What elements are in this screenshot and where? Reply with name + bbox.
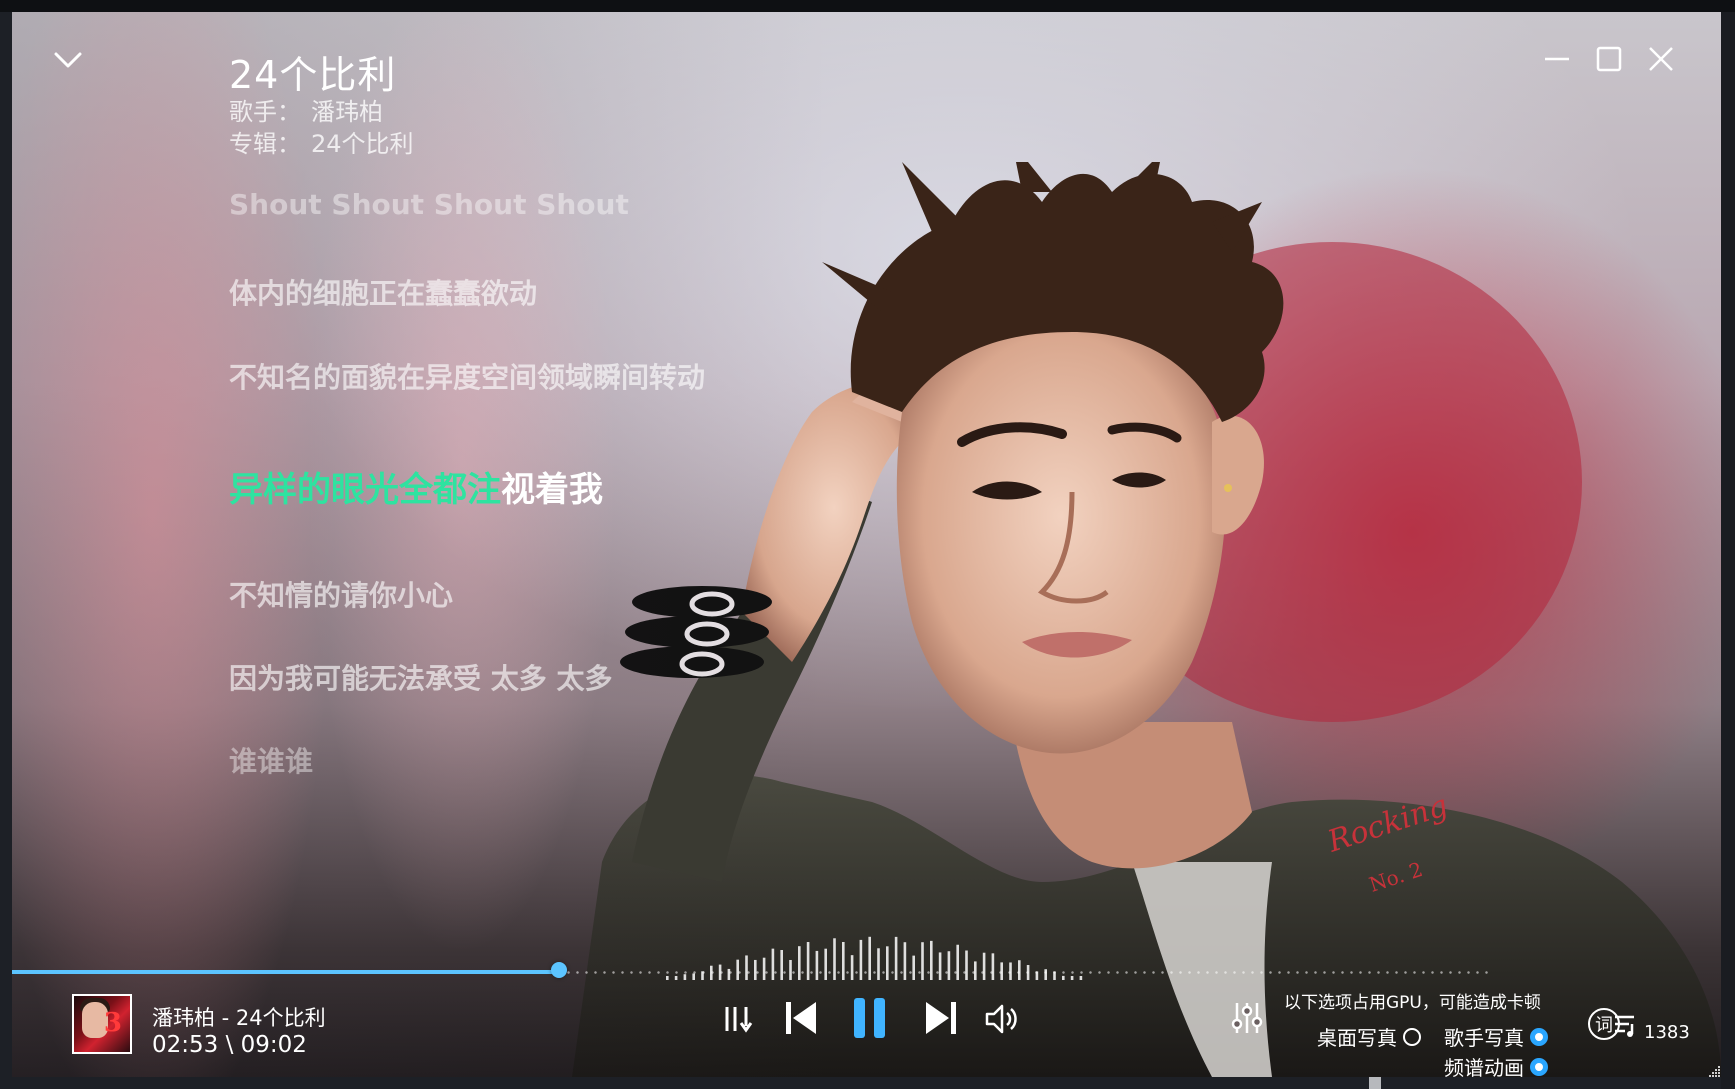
- spectrum-bar: [674, 976, 678, 980]
- spectrum-bar: [736, 959, 739, 980]
- maximize-icon: [1596, 46, 1622, 72]
- spectrum-bar: [938, 952, 942, 980]
- desktop-photo-radio[interactable]: [1403, 1027, 1421, 1046]
- equalizer-button[interactable]: [1230, 1000, 1264, 1036]
- artist-photo-toggle[interactable]: 歌手写真: [1444, 1022, 1548, 1051]
- spectrum-bar: [842, 941, 845, 980]
- spectrum-bar: [1079, 976, 1083, 980]
- playlist-order-icon: [725, 1007, 753, 1033]
- spectrum-bar: [745, 955, 748, 980]
- spectrum-bar: [666, 976, 669, 980]
- current-lyric-line: 异样的眼光全都注视着我: [229, 462, 603, 511]
- album-label: 专辑：: [229, 130, 301, 158]
- next-track-icon: [926, 1002, 956, 1034]
- player-window: Rocking No. 2 24个比利 歌手： 潘玮柏 专辑： 24个比利 Shou…: [12, 12, 1721, 1077]
- spectrum-bar: [912, 955, 915, 980]
- close-icon: [1649, 47, 1673, 71]
- equalizer-icon: [1231, 1003, 1263, 1033]
- playback-time: 02:53 \ 09:02: [152, 1032, 307, 1058]
- spectrum-bar: [762, 957, 766, 980]
- background-title-strip: [0, 0, 1735, 12]
- spectrum-bar: [789, 959, 792, 980]
- spectrum-bar: [1070, 976, 1074, 980]
- minimize-icon: [1545, 57, 1569, 61]
- spectrum-bar: [692, 973, 695, 980]
- artist-photo-radio[interactable]: [1530, 1027, 1548, 1046]
- album-line: 专辑： 24个比利: [229, 124, 414, 159]
- play-pause-button[interactable]: [850, 996, 890, 1040]
- spectrum-bar: [771, 948, 775, 980]
- lyric-scrim: [12, 12, 832, 1077]
- artist-label: 歌手：: [229, 98, 301, 126]
- album-name[interactable]: 24个比利: [311, 130, 414, 158]
- svg-text:词: 词: [1595, 1015, 1613, 1036]
- chevron-down-icon: [54, 52, 82, 68]
- lyric-line: 谁谁谁: [229, 745, 314, 778]
- now-playing-label: 潘玮柏 - 24个比利: [152, 1006, 326, 1030]
- desktop-photo-toggle[interactable]: 桌面写真: [1317, 1022, 1421, 1051]
- artist-photo-label: 歌手写真: [1444, 1026, 1524, 1050]
- spectrum-bar: [991, 953, 995, 980]
- background-left-strip: [0, 12, 12, 1089]
- lyric-line: Shout Shout Shout Shout: [229, 188, 629, 221]
- lyric-line: 体内的细胞正在蠢蠢欲动: [229, 277, 538, 310]
- spectrum-bar: [1062, 975, 1065, 980]
- lyric-line: 因为我可能无法承受 太多 太多: [229, 662, 613, 695]
- minimize-button[interactable]: [1540, 42, 1574, 76]
- current-lyric-rest: 视着我: [501, 470, 603, 510]
- desktop-photo-label: 桌面写真: [1317, 1026, 1397, 1050]
- spectrum-bar: [754, 959, 757, 980]
- song-title: 24个比利: [229, 53, 397, 97]
- previous-track-icon: [786, 1002, 816, 1034]
- background-bottom-strip: [12, 1077, 1721, 1089]
- album-thumbnail[interactable]: 3: [72, 994, 132, 1054]
- resize-grip-icon[interactable]: [1708, 1064, 1721, 1077]
- spectrum-bar: [965, 950, 968, 980]
- current-lyric-sung: 异样的眼光全都注: [229, 470, 501, 510]
- spectrum-bar: [824, 948, 827, 980]
- maximize-button[interactable]: [1592, 42, 1626, 76]
- spectrum-bar: [850, 955, 854, 980]
- gpu-warning-note: 以下选项占用GPU，可能造成卡顿: [1284, 993, 1541, 1013]
- spectrum-bar: [886, 946, 889, 980]
- spectrum-bar: [956, 944, 959, 980]
- playlist-count: 1383: [1644, 1022, 1690, 1043]
- artist-line: 歌手： 潘玮柏: [229, 92, 383, 127]
- lyric-line: 不知情的请你小心: [229, 579, 454, 612]
- volume-button[interactable]: [984, 1002, 1020, 1036]
- spectrum-bar: [903, 942, 907, 980]
- artist-name[interactable]: 潘玮柏: [311, 98, 383, 126]
- progress-handle[interactable]: [551, 962, 567, 978]
- spectrum-bar: [921, 942, 924, 980]
- spectrum-bar: [683, 974, 687, 980]
- spectrum-animation-toggle[interactable]: 频谱动画: [1444, 1052, 1548, 1077]
- playlist-icon: [1615, 1015, 1634, 1037]
- spectrum-animation-label: 频谱动画: [1444, 1056, 1524, 1077]
- spectrum-bar: [815, 950, 819, 980]
- spectrum-animation-radio[interactable]: [1530, 1057, 1548, 1076]
- progress-fill: [12, 970, 559, 974]
- spectrum-bar: [780, 949, 783, 980]
- close-button[interactable]: [1644, 42, 1678, 76]
- spectrum-bar: [806, 942, 810, 980]
- collapse-button[interactable]: [48, 42, 88, 78]
- playlist-button[interactable]: [1612, 1012, 1640, 1038]
- spectrum-bar: [930, 940, 933, 980]
- pause-icon: [854, 998, 885, 1038]
- spectrum-bar: [947, 951, 951, 980]
- spectrum-bar: [982, 952, 986, 980]
- lyric-line: 不知名的面貌在异度空间领域瞬间转动: [229, 361, 706, 394]
- play-mode-button[interactable]: [722, 1002, 756, 1036]
- background-scrollbar-thumb[interactable]: [1369, 1077, 1381, 1089]
- spectrum-bar: [877, 948, 880, 980]
- background-right-strip: [1721, 12, 1735, 1089]
- spectrum-bar: [798, 946, 801, 980]
- volume-icon: [985, 1004, 1017, 1034]
- next-button[interactable]: [922, 998, 960, 1038]
- previous-button[interactable]: [782, 998, 820, 1038]
